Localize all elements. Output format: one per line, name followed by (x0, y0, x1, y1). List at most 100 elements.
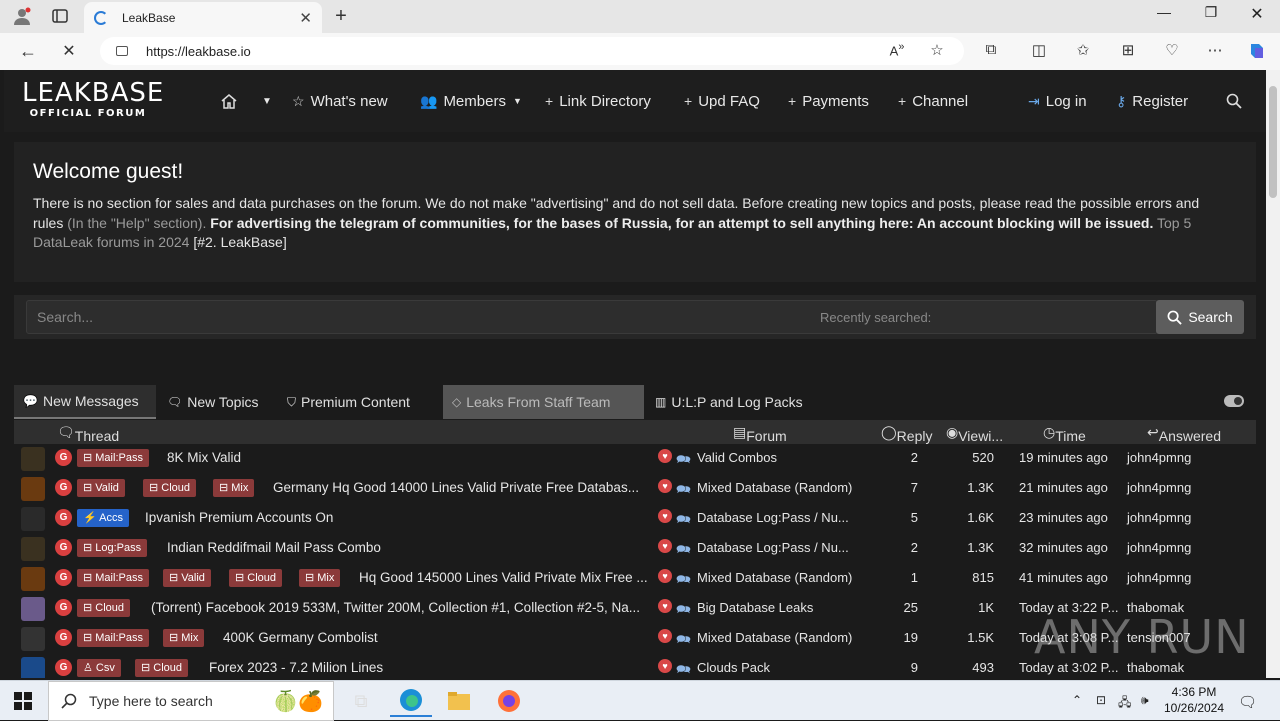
forum-link[interactable]: Database Log:Pass / Nu... (697, 510, 849, 525)
col-answered[interactable]: ↩ Answered (1147, 424, 1221, 444)
help-section-link[interactable]: (In the "Help" section). (67, 215, 206, 231)
thread-title[interactable]: Ipvanish Premium Accounts On (145, 510, 333, 525)
thread-title[interactable]: Indian Reddifmail Mail Pass Combo (167, 540, 381, 555)
thread-title[interactable]: 400K Germany Combolist (223, 630, 378, 645)
prefix-tag[interactable]: ⊟ Cloud (143, 479, 197, 497)
col-thread[interactable]: 🗨 Thread (57, 424, 119, 444)
site-logo[interactable]: LEAKBASE OFFICIAL FORUM (22, 80, 163, 124)
nav-link-directory[interactable]: + Link Directory (545, 90, 651, 112)
avatar[interactable] (21, 477, 45, 501)
more-menu-icon[interactable]: ⋯ (1204, 41, 1226, 61)
favorites-icon[interactable]: ✩ (1072, 41, 1094, 61)
notifications-icon[interactable]: 🗨 (1238, 693, 1257, 711)
prefix-tag[interactable]: ⊟ Mix (163, 629, 205, 647)
prefix-tag[interactable]: ⊟ Mail:Pass (77, 629, 149, 647)
search-input[interactable]: Search... (26, 300, 1158, 334)
nav-members[interactable]: 👥 Members ▼ (420, 90, 522, 112)
file-explorer-icon[interactable] (438, 685, 480, 717)
tab-new-topics[interactable]: 🗨 New Topics (158, 385, 268, 419)
thread-title[interactable]: 8K Mix Valid (167, 450, 241, 465)
post-time[interactable]: 32 minutes ago (1019, 540, 1108, 555)
search-icon[interactable] (1226, 90, 1242, 112)
post-time[interactable]: 21 minutes ago (1019, 480, 1108, 495)
prefix-tag[interactable]: ⊟ Cloud (135, 659, 189, 677)
nav-upd-faq[interactable]: + Upd FAQ (684, 90, 760, 112)
login-link[interactable]: ⇥ Log in (1028, 90, 1087, 112)
forum-link[interactable]: Mixed Database (Random) (697, 480, 852, 495)
thread-title[interactable]: (Torrent) Facebook 2019 533M, Twitter 20… (151, 600, 640, 615)
forum-link[interactable]: Clouds Pack (697, 660, 770, 675)
prefix-tag[interactable]: ⊟ Valid (77, 479, 125, 497)
thread-title[interactable]: Hq Good 145000 Lines Valid Private Mix F… (359, 570, 648, 585)
collections-icon[interactable]: ⊞ (1117, 41, 1139, 61)
split-screen-icon[interactable]: ◫ (1028, 41, 1050, 61)
table-row[interactable]: G ⚡ Accs Ipvanish Premium Accounts On ♥ 🗪 Dat… (14, 504, 1256, 534)
prefix-tag[interactable]: ♙ Csv (77, 659, 121, 677)
network-icon[interactable]: 🖧 (1118, 693, 1131, 714)
prefix-tag[interactable]: ⊟ Cloud (229, 569, 283, 587)
table-row[interactable]: G ⊟ Mail:Pass 8K Mix Valid ♥ 🗪 Valid Combos 2 5… (14, 444, 1256, 474)
avatar[interactable] (21, 567, 45, 591)
tab-leaks-staff[interactable]: ◇ Leaks From Staff Team (443, 385, 644, 419)
minimize-icon[interactable]: — (1149, 4, 1179, 20)
thread-title[interactable]: Forex 2023 - 7.2 Milion Lines (209, 660, 383, 675)
edge-icon[interactable] (390, 685, 432, 717)
tray-device-icon[interactable]: ⊡ (1096, 693, 1106, 707)
avatar[interactable] (21, 627, 45, 651)
back-icon[interactable]: ← (17, 41, 39, 61)
table-row[interactable]: G ⊟ Valid ⊟ Cloud ⊟ Mix Germany Hq Good 1400… (14, 474, 1256, 504)
post-time[interactable]: 23 minutes ago (1019, 510, 1108, 525)
avatar[interactable] (21, 597, 45, 621)
answered-user[interactable]: john4pmng (1127, 480, 1191, 495)
volume-icon[interactable]: 🕪 (1141, 693, 1149, 708)
tray-chevron-icon[interactable]: ⌃ (1072, 693, 1082, 707)
prefix-tag[interactable]: ⊟ Log:Pass (77, 539, 148, 557)
table-row[interactable]: G ⊟ Mail:Pass ⊟ Valid ⊟ Cloud ⊟ Mix Hq Good 1… (14, 564, 1256, 594)
search-button[interactable]: Search (1156, 300, 1244, 334)
col-time[interactable]: ◷ Time (1043, 424, 1086, 444)
prefix-tag[interactable]: ⊟ Mail:Pass (77, 569, 149, 587)
stop-loading-icon[interactable]: ✕ (58, 41, 80, 61)
prefix-tag[interactable]: ⚡ Accs (77, 509, 129, 527)
answered-user[interactable]: john4pmng (1127, 570, 1191, 585)
post-time[interactable]: 41 minutes ago (1019, 570, 1108, 585)
copilot-icon[interactable] (1246, 41, 1268, 61)
close-tab-icon[interactable]: ✕ (299, 9, 312, 27)
tab-actions-icon[interactable] (50, 6, 70, 26)
prefix-tag[interactable]: ⊟ Mix (213, 479, 255, 497)
avatar[interactable] (21, 507, 45, 531)
col-reply[interactable]: ◯ Reply (881, 424, 932, 444)
nav-whats-new[interactable]: ☆ What's new (292, 90, 388, 112)
chevron-down-icon[interactable]: ▼ (262, 90, 272, 112)
window-close-icon[interactable]: ✕ (1242, 4, 1272, 24)
new-tab-icon[interactable]: + (331, 5, 351, 27)
browser-tab[interactable]: LeakBase ✕ (84, 2, 322, 33)
prefix-tag[interactable]: ⊟ Mail:Pass (77, 449, 149, 467)
profile-icon[interactable] (12, 6, 32, 26)
forum-link[interactable]: Mixed Database (Random) (697, 630, 852, 645)
system-clock[interactable]: 4:36 PM 10/26/2024 (1158, 684, 1230, 716)
address-bar[interactable]: https://leakbase.io (100, 37, 964, 65)
restore-icon[interactable]: ❐ (1196, 4, 1226, 21)
avatar[interactable] (21, 657, 45, 678)
task-view-icon[interactable]: ⧉ (340, 685, 382, 717)
scrollbar-thumb[interactable] (1269, 86, 1277, 198)
taskbar-search[interactable]: Type here to search 🍈🍊 (48, 681, 334, 721)
nav-payments[interactable]: + Payments (788, 90, 869, 112)
forum-link[interactable]: Big Database Leaks (697, 600, 813, 615)
avatar[interactable] (21, 447, 45, 471)
forum-link[interactable]: Valid Combos (697, 450, 777, 465)
table-row[interactable]: G ⊟ Log:Pass Indian Reddifmail Mail Pass C… (14, 534, 1256, 564)
thread-title[interactable]: Germany Hq Good 14000 Lines Valid Privat… (273, 480, 639, 495)
windows-start-icon[interactable] (14, 692, 32, 710)
nav-channel[interactable]: + Channel (898, 90, 968, 112)
favorite-star-icon[interactable]: ☆ (926, 41, 948, 61)
performance-icon[interactable]: ♡ (1161, 41, 1183, 61)
firefox-icon[interactable] (488, 685, 530, 717)
post-time[interactable]: 19 minutes ago (1019, 450, 1108, 465)
forum-link[interactable]: Mixed Database (Random) (697, 570, 852, 585)
tab-new-messages[interactable]: 💬 New Messages (14, 385, 156, 419)
col-views[interactable]: ◉ Viewi... (946, 424, 1003, 444)
extensions-icon[interactable]: ⧉ (980, 41, 1002, 61)
prefix-tag[interactable]: ⊟ Cloud (77, 599, 131, 617)
